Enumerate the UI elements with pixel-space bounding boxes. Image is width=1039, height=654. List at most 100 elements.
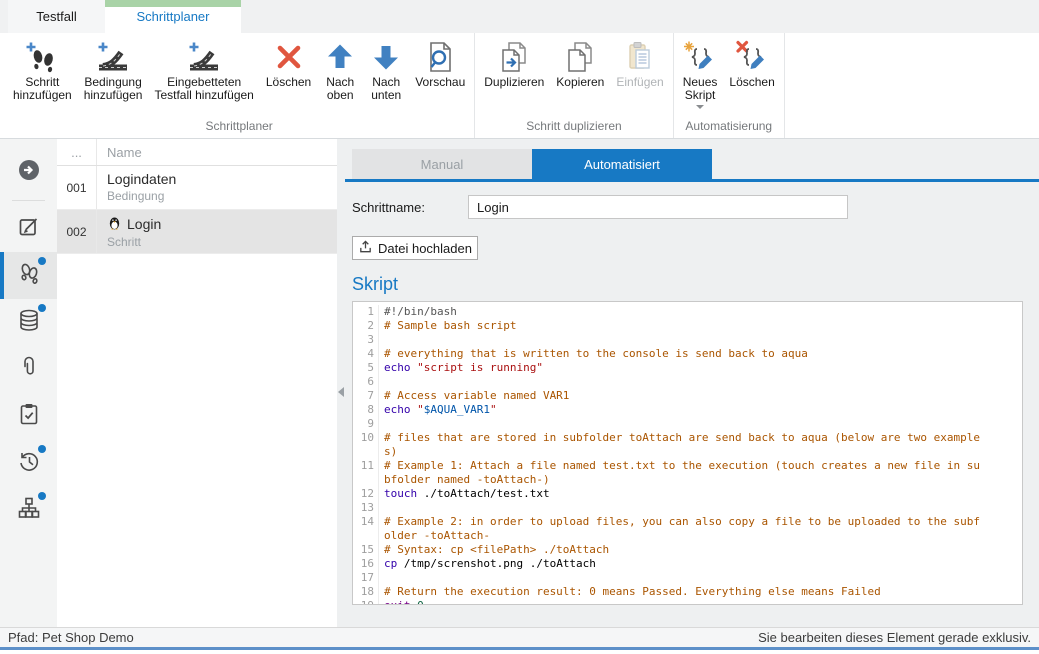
step-title: Login bbox=[107, 215, 161, 233]
step-row[interactable]: 001LogindatenBedingung bbox=[57, 166, 337, 210]
bottom-accent-strip bbox=[0, 647, 1039, 650]
code-line[interactable]: bfolder named -toAttach-) bbox=[353, 473, 1022, 487]
sidebar-divider bbox=[12, 200, 45, 201]
upload-button-label: Datei hochladen bbox=[378, 241, 472, 256]
code-line[interactable]: 7# Access variable named VAR1 bbox=[353, 389, 1022, 403]
status-bar: Pfad: Pet Shop Demo Sie bearbeiten diese… bbox=[0, 627, 1039, 647]
code-line[interactable]: 16cp /tmp/screnshot.png ./toAttach bbox=[353, 557, 1022, 571]
status-path: Pfad: Pet Shop Demo bbox=[8, 630, 134, 645]
sidebar-item-open[interactable] bbox=[0, 149, 57, 196]
step-number: 001 bbox=[57, 166, 97, 209]
duplicate-icon bbox=[497, 38, 531, 76]
ribbon-button-label: Löschen bbox=[729, 76, 774, 89]
code-text: touch ./toAttach/test.txt bbox=[379, 487, 550, 501]
script-code-editor[interactable]: 1 #!/bin/bash2# Sample bash script34# eve… bbox=[352, 301, 1023, 605]
ribbon: Schritt hinzufügenBedingung hinzufügenEi… bbox=[0, 33, 1039, 139]
sidebar-item-dependencies[interactable] bbox=[0, 487, 57, 534]
tab-schrittplaner[interactable]: Schrittplaner bbox=[105, 0, 241, 33]
code-text: bfolder named -toAttach-) bbox=[379, 473, 550, 487]
column-header-name[interactable]: Name bbox=[97, 139, 337, 165]
code-line[interactable]: 14# Example 2: in order to upload files,… bbox=[353, 515, 1022, 529]
step-list-panel: ... Name 001LogindatenBedingung002LoginS… bbox=[57, 139, 337, 627]
ribbon-button-kopieren[interactable]: Kopieren bbox=[550, 33, 610, 89]
line-number: 9 bbox=[353, 417, 379, 431]
ribbon-button-eingebetteten-testfall-hinzufugen[interactable]: Eingebetteten Testfall hinzufügen bbox=[148, 33, 259, 102]
line-number: 7 bbox=[353, 389, 379, 403]
ribbon-group-caption: Schrittplaner bbox=[7, 117, 471, 138]
notification-dot bbox=[38, 257, 46, 265]
code-line[interactable]: 11# Example 1: Attach a file named test.… bbox=[353, 459, 1022, 473]
ribbon-button-nach-oben[interactable]: Nach oben bbox=[317, 33, 363, 102]
code-line[interactable]: 13 bbox=[353, 501, 1022, 515]
ribbon-button-loschen[interactable]: Löschen bbox=[723, 33, 780, 89]
tab-testfall[interactable]: Testfall bbox=[8, 0, 105, 33]
sidebar-item-tasks[interactable] bbox=[0, 393, 57, 440]
content-area: ... Name 001LogindatenBedingung002LoginS… bbox=[0, 139, 1039, 627]
clipboard-check-icon bbox=[17, 402, 41, 431]
ribbon-button-vorschau[interactable]: Vorschau bbox=[409, 33, 471, 89]
tab-manual[interactable]: Manual bbox=[352, 149, 532, 179]
ribbon-button-nach-unten[interactable]: Nach unten bbox=[363, 33, 409, 102]
ribbon-button-bedingung-hinzufugen[interactable]: Bedingung hinzufügen bbox=[78, 33, 149, 102]
ribbon-button-einfugen[interactable]: Einfügen bbox=[610, 33, 669, 89]
upload-file-button[interactable]: Datei hochladen bbox=[352, 236, 478, 260]
editor-tabs: Manual Automatisiert bbox=[352, 149, 1023, 179]
code-line[interactable]: 5echo "script is running" bbox=[353, 361, 1022, 375]
sidebar-item-steps[interactable] bbox=[0, 252, 57, 299]
line-number: 1 bbox=[353, 305, 379, 319]
code-text: # files that are stored in subfolder toA… bbox=[379, 431, 980, 445]
sidebar-item-edit[interactable] bbox=[0, 205, 57, 252]
stepname-input[interactable] bbox=[468, 195, 848, 219]
ribbon-group-automatisierung: Neues Skript Löschen Automatisierung bbox=[674, 33, 785, 138]
sidebar-item-attachments[interactable] bbox=[0, 346, 57, 393]
paperclip-icon bbox=[17, 355, 41, 384]
line-number: 11 bbox=[353, 459, 379, 473]
line-number: 15 bbox=[353, 543, 379, 557]
code-line[interactable]: s) bbox=[353, 445, 1022, 459]
delete-x-icon bbox=[272, 38, 306, 76]
sidebar-item-history[interactable] bbox=[0, 440, 57, 487]
step-row[interactable]: 002LoginSchritt bbox=[57, 210, 337, 254]
code-line[interactable]: 17 bbox=[353, 571, 1022, 585]
code-token: #!/bin/bash bbox=[384, 305, 457, 318]
stepname-field-row: Schrittname: bbox=[352, 195, 1023, 219]
code-line[interactable]: 4# everything that is written to the con… bbox=[353, 347, 1022, 361]
collapse-panel-handle[interactable] bbox=[338, 387, 344, 397]
stepname-label: Schrittname: bbox=[352, 200, 468, 215]
code-line[interactable]: 10# files that are stored in subfolder t… bbox=[353, 431, 1022, 445]
step-title-text: Logindaten bbox=[107, 171, 176, 187]
line-number: 17 bbox=[353, 571, 379, 585]
code-text: exit 0 bbox=[379, 599, 424, 605]
ribbon-button-schritt-hinzufugen[interactable]: Schritt hinzufügen bbox=[7, 33, 78, 102]
code-token: " bbox=[417, 403, 424, 416]
code-line[interactable]: 8echo "$AQUA_VAR1" bbox=[353, 403, 1022, 417]
delete-script-icon bbox=[735, 38, 769, 76]
code-line[interactable]: 18# Return the execution result: 0 means… bbox=[353, 585, 1022, 599]
arrow-circle-icon bbox=[17, 158, 41, 187]
tab-automatisiert[interactable]: Automatisiert bbox=[532, 149, 712, 179]
code-line[interactable]: 9 bbox=[353, 417, 1022, 431]
preview-icon bbox=[423, 38, 457, 76]
code-line[interactable]: 19exit 0 bbox=[353, 599, 1022, 605]
code-line[interactable]: 12touch ./toAttach/test.txt bbox=[353, 487, 1022, 501]
penguin-icon bbox=[107, 215, 122, 233]
code-line[interactable]: 6 bbox=[353, 375, 1022, 389]
dropdown-caret-icon bbox=[696, 105, 704, 109]
ribbon-button-label: Löschen bbox=[266, 76, 311, 89]
line-number: 18 bbox=[353, 585, 379, 599]
ribbon-button-duplizieren[interactable]: Duplizieren bbox=[478, 33, 550, 89]
code-line[interactable]: 1 #!/bin/bash bbox=[353, 305, 1022, 319]
code-line[interactable]: 3 bbox=[353, 333, 1022, 347]
sidebar-item-data[interactable] bbox=[0, 299, 57, 346]
ribbon-button-neues-skript[interactable]: Neues Skript bbox=[677, 33, 724, 109]
ribbon-button-loschen[interactable]: Löschen bbox=[260, 33, 317, 89]
add-branch-icon bbox=[187, 38, 221, 76]
sidebar bbox=[0, 139, 57, 627]
column-header-more[interactable]: ... bbox=[57, 139, 97, 165]
ribbon-button-label: Neues Skript bbox=[683, 76, 718, 102]
ribbon-group-caption: Automatisierung bbox=[677, 117, 781, 138]
code-text: # Sample bash script bbox=[379, 319, 516, 333]
code-line[interactable]: older -toAttach- bbox=[353, 529, 1022, 543]
code-line[interactable]: 15# Syntax: cp <filePath> ./toAttach bbox=[353, 543, 1022, 557]
code-line[interactable]: 2# Sample bash script bbox=[353, 319, 1022, 333]
